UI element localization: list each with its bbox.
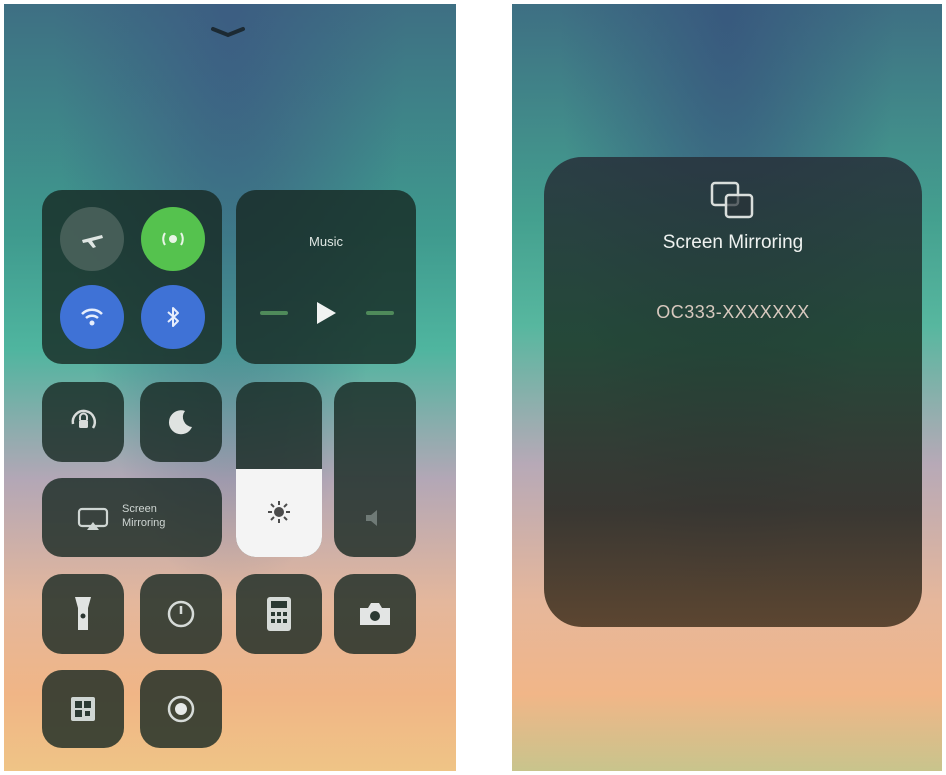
bluetooth-toggle[interactable]	[141, 285, 205, 349]
timer-button[interactable]	[140, 574, 222, 654]
brightness-slider[interactable]	[236, 382, 322, 557]
qr-code-icon	[71, 697, 95, 721]
connectivity-module	[42, 190, 222, 364]
screen-record-button[interactable]	[140, 670, 222, 748]
volume-slider[interactable]	[334, 382, 416, 557]
orientation-lock-button[interactable]	[42, 382, 124, 462]
bluetooth-icon	[167, 307, 179, 327]
flashlight-button[interactable]	[42, 574, 124, 654]
screen-mirroring-icon	[77, 507, 109, 530]
speaker-icon	[366, 510, 377, 526]
screen-mirroring-screen: Screen Mirroring OC333-XXXXXXX	[512, 4, 942, 771]
airplane-icon	[82, 235, 103, 248]
screen-mirroring-icon	[710, 181, 754, 219]
play-icon[interactable]	[310, 298, 340, 328]
screen-mirroring-button[interactable]: Screen Mirroring	[42, 478, 222, 557]
cellular-data-icon	[162, 232, 184, 246]
airplane-mode-toggle[interactable]	[60, 207, 124, 271]
grabber-chevron-icon[interactable]	[210, 26, 246, 38]
screen-mirroring-title: Screen Mirroring	[662, 232, 804, 253]
calculator-icon	[267, 597, 291, 631]
orientation-lock-icon	[71, 409, 97, 429]
mirroring-device-item[interactable]: OC333-XXXXXXX	[544, 302, 922, 323]
sun-icon	[268, 501, 290, 523]
previous-track-icon[interactable]	[258, 306, 290, 320]
cellular-data-toggle[interactable]	[141, 207, 205, 271]
screen-mirroring-popup: Screen Mirroring OC333-XXXXXXX	[544, 157, 922, 627]
now-playing-title: Music	[309, 234, 343, 249]
control-center-screen: Music Screen Mirroring	[4, 4, 456, 771]
screen-mirroring-label-line2: Mirroring	[122, 517, 166, 529]
screen-record-icon	[167, 695, 195, 723]
camera-icon	[360, 603, 390, 625]
next-track-icon[interactable]	[364, 306, 396, 320]
do-not-disturb-button[interactable]	[140, 382, 222, 462]
flashlight-icon	[75, 597, 91, 630]
wifi-icon	[81, 308, 103, 326]
qr-scanner-button[interactable]	[42, 670, 124, 748]
calculator-button[interactable]	[236, 574, 322, 654]
screen-mirroring-label-line1: Screen	[122, 503, 157, 515]
wifi-toggle[interactable]	[60, 285, 124, 349]
timer-icon	[167, 600, 195, 628]
moon-icon	[168, 410, 192, 435]
camera-button[interactable]	[334, 574, 416, 654]
now-playing-module[interactable]: Music	[236, 190, 416, 364]
